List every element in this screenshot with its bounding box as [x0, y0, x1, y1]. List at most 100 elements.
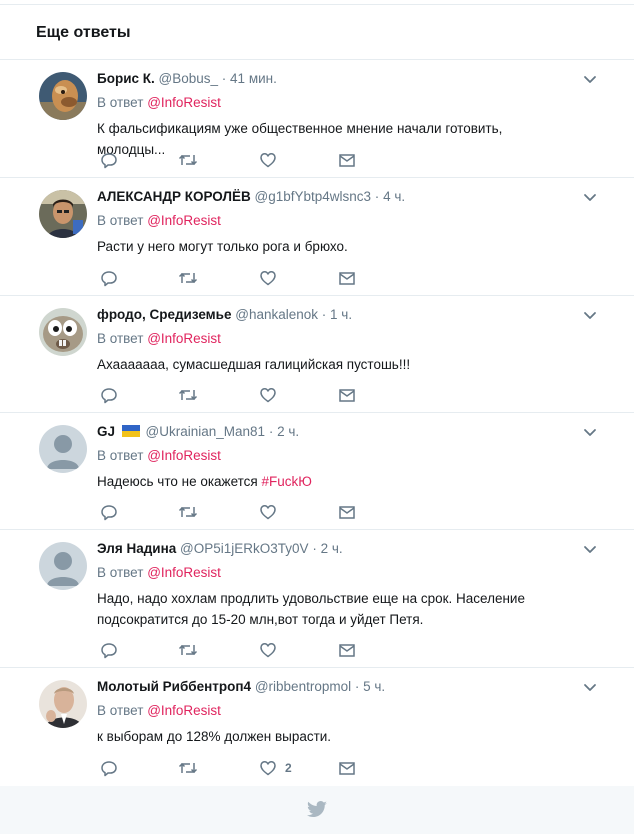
reply-to-link[interactable]: @InfoResist: [147, 703, 221, 718]
avatar[interactable]: [39, 308, 87, 356]
reply-context: В ответ @InfoResist: [97, 94, 221, 112]
direct-message-button[interactable]: [338, 758, 356, 778]
envelope-icon: [339, 154, 355, 167]
reply-prefix: В ответ: [97, 213, 144, 228]
tweet-actions: [97, 268, 367, 288]
chevron-down-icon[interactable]: [582, 310, 598, 322]
envelope-icon: [339, 762, 355, 775]
retweet-button[interactable]: [178, 502, 198, 522]
reply-context: В ответ @InfoResist: [97, 212, 221, 230]
direct-message-button[interactable]: [338, 268, 356, 288]
reply-context: В ответ @InfoResist: [97, 447, 221, 465]
timestamp[interactable]: 5 ч.: [363, 679, 385, 694]
author-handle[interactable]: @hankalenok: [235, 307, 318, 322]
reply-tweet[interactable]: фродо, Средиземье @hankalenok · 1 ч. В о…: [0, 296, 634, 413]
timestamp[interactable]: 4 ч.: [383, 189, 405, 204]
direct-message-button[interactable]: [338, 385, 356, 405]
like-button[interactable]: [259, 502, 277, 522]
reply-to-link[interactable]: @InfoResist: [147, 565, 221, 580]
reply-button[interactable]: [100, 758, 118, 778]
author-handle[interactable]: @Bobus_: [159, 71, 219, 86]
author-name[interactable]: Эля Надина: [97, 541, 176, 556]
reply-button[interactable]: [100, 640, 118, 660]
author-name[interactable]: Молотый Риббентроп4: [97, 679, 251, 694]
author-name[interactable]: АЛЕКСАНДР КОРОЛЁВ: [97, 189, 251, 204]
author-name[interactable]: GJ: [97, 424, 115, 439]
avatar[interactable]: [39, 190, 87, 238]
reply-prefix: В ответ: [97, 95, 144, 110]
avatar[interactable]: [39, 425, 87, 473]
avatar[interactable]: [39, 72, 87, 120]
replies-panel: Еще ответы Борис К. @Bobus_ · 41 мин. В …: [0, 0, 634, 834]
reply-button[interactable]: [100, 268, 118, 288]
retweet-button[interactable]: [178, 640, 198, 660]
avatar[interactable]: [39, 680, 87, 728]
separator-dot: ·: [221, 71, 227, 86]
like-button[interactable]: [259, 268, 277, 288]
tweet-text: Надеюсь что не окажется #FuckЮ: [97, 471, 537, 492]
timestamp[interactable]: 2 ч.: [277, 424, 299, 439]
heart-icon: [260, 388, 276, 403]
reply-to-link[interactable]: @InfoResist: [147, 331, 221, 346]
avatar[interactable]: [39, 542, 87, 590]
chevron-down-icon[interactable]: [582, 74, 598, 86]
reply-to-link[interactable]: @InfoResist: [147, 448, 221, 463]
tweet-actions: 2: [97, 758, 367, 778]
author-handle[interactable]: @Ukrainian_Man81: [146, 424, 266, 439]
tweet-actions: [97, 150, 367, 170]
separator-dot: ·: [321, 307, 327, 322]
retweet-button[interactable]: [178, 385, 198, 405]
tweet-actions: [97, 385, 367, 405]
chevron-down-icon[interactable]: [582, 427, 598, 439]
separator-dot: ·: [312, 541, 317, 556]
timestamp[interactable]: 2 ч.: [321, 541, 343, 556]
chevron-down-icon[interactable]: [582, 682, 598, 694]
reply-icon: [101, 505, 117, 521]
direct-message-button[interactable]: [338, 502, 356, 522]
like-button[interactable]: [259, 385, 277, 405]
retweet-icon: [178, 762, 198, 774]
timestamp[interactable]: 41 мин.: [230, 71, 277, 86]
reply-button[interactable]: [100, 502, 118, 522]
author-handle[interactable]: @OP5i1jERkO3Ty0V: [180, 541, 309, 556]
reply-prefix: В ответ: [97, 565, 144, 580]
reply-button[interactable]: [100, 385, 118, 405]
hashtag-link[interactable]: #FuckЮ: [262, 474, 312, 489]
retweet-button[interactable]: [178, 150, 198, 170]
author-name[interactable]: фродо, Средиземье: [97, 307, 231, 322]
reply-to-link[interactable]: @InfoResist: [147, 213, 221, 228]
like-button[interactable]: 2: [259, 758, 292, 778]
reply-tweet[interactable]: Эля Надина @OP5i1jERkO3Ty0V · 2 ч. В отв…: [0, 530, 634, 668]
retweet-icon: [178, 272, 198, 284]
reply-prefix: В ответ: [97, 331, 144, 346]
default-profile-icon: [39, 542, 87, 590]
timestamp[interactable]: 1 ч.: [330, 307, 352, 322]
reply-button[interactable]: [100, 150, 118, 170]
retweet-icon: [178, 644, 198, 656]
reply-tweet[interactable]: Борис К. @Bobus_ · 41 мин. В ответ @Info…: [0, 60, 634, 178]
direct-message-button[interactable]: [338, 150, 356, 170]
reply-tweet[interactable]: Молотый Риббентроп4 @ribbentropmol · 5 ч…: [0, 668, 634, 786]
replies-header: Еще ответы: [0, 5, 634, 60]
like-button[interactable]: [259, 640, 277, 660]
replies-footer: [0, 786, 634, 834]
like-button[interactable]: [259, 150, 277, 170]
author-handle[interactable]: @ribbentropmol: [255, 679, 351, 694]
author-name[interactable]: Борис К.: [97, 71, 155, 86]
author-handle[interactable]: @g1bfYbtp4wlsnc3: [255, 189, 372, 204]
direct-message-button[interactable]: [338, 640, 356, 660]
tweet-text: к выборам до 128% должен вырасти.: [97, 729, 332, 744]
tweet-text: Расти у него могут только рога и брюхо.: [97, 239, 348, 254]
retweet-button[interactable]: [178, 758, 198, 778]
chevron-down-icon[interactable]: [582, 544, 598, 556]
retweet-icon: [178, 389, 198, 401]
ukraine-flag-icon: [121, 425, 140, 437]
reply-tweet[interactable]: GJ @Ukrainian_Man81 · 2 ч. В ответ @Info…: [0, 413, 634, 530]
retweet-button[interactable]: [178, 268, 198, 288]
tweet-text-plain: Надеюсь что не окажется: [97, 474, 262, 489]
tweet-actions: [97, 640, 367, 660]
chevron-down-icon[interactable]: [582, 192, 598, 204]
default-profile-icon: [39, 425, 87, 473]
reply-tweet[interactable]: АЛЕКСАНДР КОРОЛЁВ @g1bfYbtp4wlsnc3 · 4 ч…: [0, 178, 634, 296]
reply-to-link[interactable]: @InfoResist: [147, 95, 221, 110]
